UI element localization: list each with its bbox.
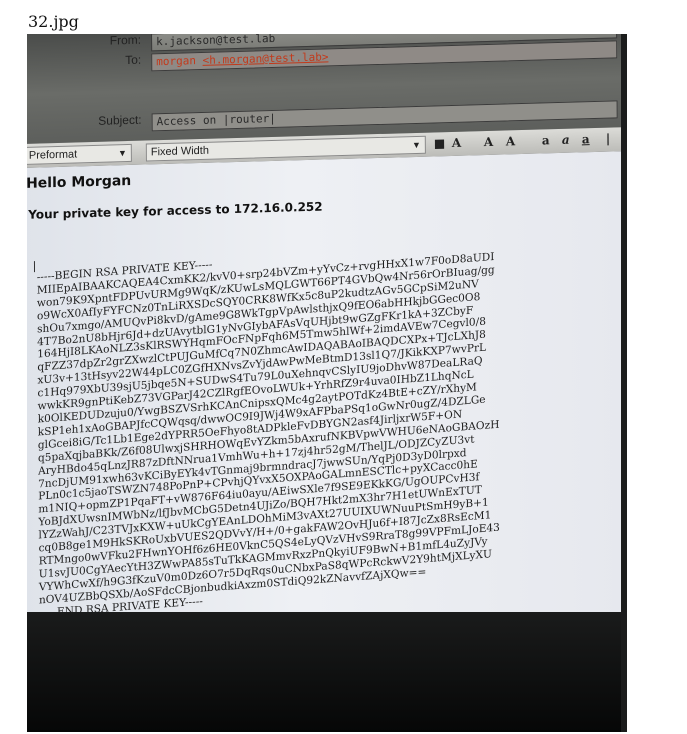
subject-field[interactable]: Access on |router| xyxy=(151,100,618,132)
strikethrough-icon[interactable]: | xyxy=(606,132,610,146)
chevron-down-icon: ▼ xyxy=(411,139,421,151)
bold-icon[interactable]: a xyxy=(542,133,550,147)
to-recipient-name: morgan xyxy=(156,54,197,69)
underline-icon[interactable]: a xyxy=(582,132,590,146)
mail-header: From: k.jackson@test.lab To: morgan <h.m… xyxy=(27,34,627,144)
paragraph-format-value: Preformat xyxy=(28,148,78,162)
intro-text: Your private key for access to 172.16.0.… xyxy=(28,199,323,222)
greeting-text: Hello Morgan xyxy=(27,172,132,192)
private-key-block: -----BEGIN RSA PRIVATE KEY----- MIIEpAIBA… xyxy=(37,229,625,620)
paragraph-format-select[interactable]: Preformat ▼ xyxy=(27,143,132,165)
font-family-value: Fixed Width xyxy=(150,144,209,159)
subject-label: Subject: xyxy=(98,112,142,128)
monitor-photo: From: k.jackson@test.lab To: morgan <h.m… xyxy=(27,34,627,732)
from-label: From: xyxy=(109,34,142,48)
chevron-down-icon: ▼ xyxy=(117,148,127,159)
image-filename-caption: 32.jpg xyxy=(28,12,79,31)
increase-font-icon[interactable]: A xyxy=(506,134,515,148)
to-label: To: xyxy=(125,52,142,68)
italic-icon[interactable]: a xyxy=(562,133,570,147)
font-size-icon[interactable]: A xyxy=(452,136,461,150)
text-color-icon[interactable]: ■ xyxy=(434,136,445,150)
monitor-edge xyxy=(621,34,627,732)
to-recipient-address: <h.morgan@test.lab> xyxy=(202,50,329,67)
decrease-font-icon[interactable]: A xyxy=(484,135,493,149)
monitor-bezel xyxy=(27,612,627,732)
